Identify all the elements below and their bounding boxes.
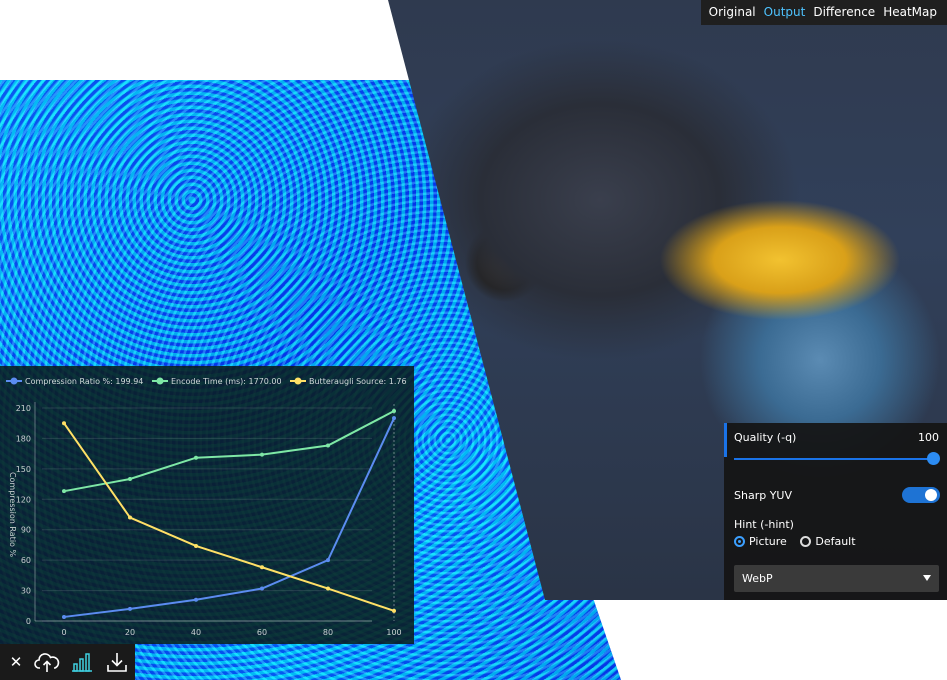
hint-option-picture-label: Picture [749,535,787,548]
y-tick-label: 90 [21,526,31,535]
tab-heatmap[interactable]: HeatMap [879,0,941,25]
hint-option-picture[interactable]: Picture [734,535,787,548]
data-point [62,421,66,426]
legend-label: Butteraugli Source: 1.76 [309,377,407,386]
download-button[interactable] [101,644,133,680]
hint-option-default[interactable]: Default [800,535,856,548]
x-tick-label: 20 [125,628,135,637]
encoder-settings-panel: Quality (-q) 100 Sharp YUV Hint (-hint) … [724,423,947,600]
close-button[interactable]: ✕ [0,644,32,680]
data-point [326,586,330,591]
tab-difference[interactable]: Difference [809,0,879,25]
tab-output[interactable]: Output [760,0,810,25]
quality-slider-thumb[interactable] [927,452,940,465]
x-tick-label: 60 [257,628,267,637]
legend-marker [10,377,18,385]
format-select-value: WebP [742,572,773,585]
series-line [63,417,395,618]
radio-unselected-icon [800,536,812,547]
y-tick-label: 120 [16,495,31,504]
x-tick-label: 80 [323,628,333,637]
series-line [63,410,395,493]
download-icon [107,653,127,672]
tab-original[interactable]: Original [705,0,760,25]
y-tick-label: 150 [16,465,31,474]
legend-label: Encode Time (ms): 1770.00 [171,377,282,386]
legend-marker [156,377,164,385]
metrics-chart: Compression Ratio %: 199.94 Encode Time (… [0,366,414,644]
data-point [194,455,198,460]
x-tick-label: 40 [191,628,201,637]
y-tick-label: 30 [21,587,31,596]
quality-row: Quality (-q) 100 [734,431,939,444]
y-tick-label: 180 [16,434,31,443]
toggle-knob [925,489,937,501]
legend-marker [294,377,302,385]
quality-slider[interactable] [734,458,939,460]
sharp-yuv-toggle[interactable] [902,487,940,503]
hint-options: Picture Default [734,535,939,550]
view-mode-switcher: Original Output Difference HeatMap [700,0,947,25]
data-point [62,614,66,619]
x-tick-label: 0 [61,628,66,637]
chart-toggle-button[interactable] [66,644,98,680]
data-point [392,608,396,613]
data-point [260,586,264,591]
data-point [260,452,264,457]
bar-chart-icon [72,653,92,672]
hint-label: Hint (-hint) [734,518,794,531]
format-select[interactable]: WebP [734,565,939,592]
data-point [326,558,330,563]
y-tick-label: 210 [16,404,31,413]
data-point [128,477,132,481]
radio-selected-icon [734,536,745,547]
series-line [63,422,395,612]
quality-value: 100 [918,431,939,444]
legend-label: Compression Ratio %: 199.94 [25,377,143,386]
y-axis-label: Compression Ratio % [8,472,17,558]
hint-option-default-label: Default [815,535,856,548]
data-point [194,543,198,548]
data-point [392,416,396,421]
x-tick-label: 100 [386,628,401,637]
metrics-chart-svg: Compression Ratio %: 199.94 Encode Time (… [6,377,407,637]
data-point [194,597,198,602]
chevron-down-icon [923,575,931,581]
data-point [62,489,66,494]
data-point [128,606,132,611]
quality-label: Quality (-q) [734,431,797,444]
data-point [326,443,330,448]
y-tick-label: 60 [21,556,31,565]
upload-cloud-icon [34,653,60,672]
panel-accent [724,423,727,457]
bottom-toolbar: ✕ [0,644,135,680]
y-tick-label: 0 [26,617,31,626]
data-point [392,409,396,414]
upload-button[interactable] [31,644,63,680]
close-icon: ✕ [9,653,23,671]
data-point [260,565,264,570]
data-point [128,515,132,520]
